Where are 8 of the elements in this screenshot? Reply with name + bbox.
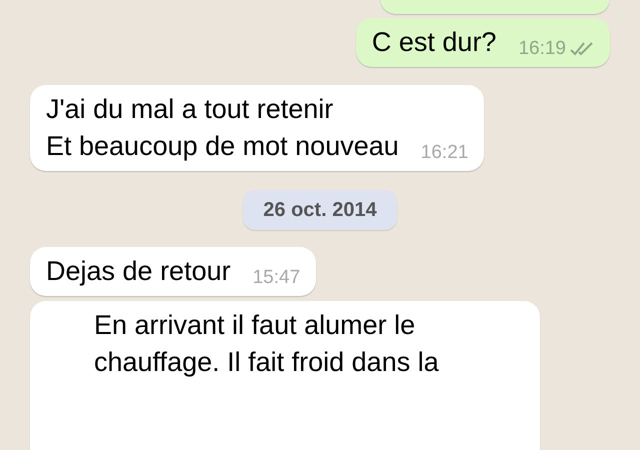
message-text: J'ai du mal a tout retenir Et beaucoup de mot nouveau	[46, 93, 399, 163]
message-time: 16:19	[518, 37, 566, 61]
message-time: 15:47	[252, 266, 300, 290]
message-time: 16:21	[420, 141, 468, 165]
message-text: Dejas de retour	[46, 255, 231, 288]
message-text: En arrivant il faut alumer le chauffage. Il fait froid dans la	[94, 309, 440, 379]
message-text: C est dur?	[372, 26, 496, 59]
date-label: 26 oct. 2014	[243, 190, 397, 230]
